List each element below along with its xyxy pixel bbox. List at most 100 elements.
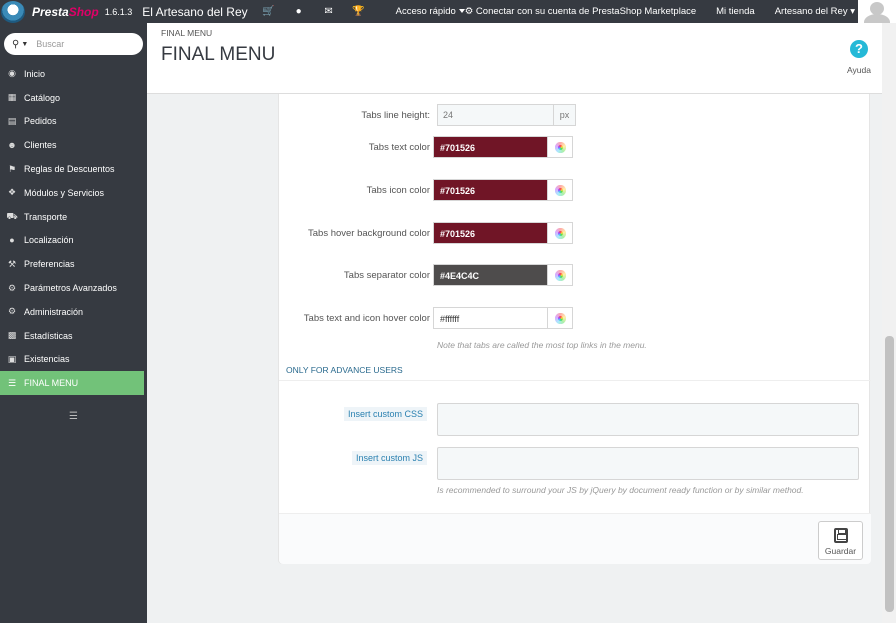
color-row: Tabs text color #701526	[279, 136, 871, 160]
color-picker-button[interactable]	[548, 307, 573, 329]
custom-css-label: Insert custom CSS	[343, 407, 427, 421]
top-header: PrestaShop 1.6.1.3 El Artesano del Rey 🛒…	[0, 0, 896, 23]
chevron-down-icon[interactable]: ▼	[21, 41, 28, 48]
sidebar-item[interactable]: ▦ Catálogo	[0, 86, 147, 110]
color-picker-group: #4E4C4C	[433, 264, 573, 286]
custom-js-textarea[interactable]	[437, 447, 859, 480]
color-picker-group: #701526	[433, 179, 573, 201]
px-unit: px	[554, 104, 576, 126]
quick-access-dropdown[interactable]: Acceso rápido	[396, 6, 465, 17]
color-wheel-icon	[554, 312, 566, 324]
help-icon: ?	[850, 40, 868, 58]
color-row: Tabs text and icon hover color #ffffff	[279, 307, 871, 331]
sidebar: ⚲ ▼ ◉ Inicio ▦ Catálogo ▤ Pedidos ☻ Clientes ⚑ Re…	[0, 23, 147, 623]
color-input[interactable]: #701526	[433, 179, 548, 201]
settings-panel: Tabs line height: px Tabs text color#701…	[278, 94, 871, 564]
color-picker-group: #701526	[433, 222, 573, 244]
sidebar-item[interactable]: ⚙ Parámetros Avanzados	[0, 276, 147, 300]
sidebar-item-label: Catálogo	[24, 92, 61, 103]
line-height-input[interactable]	[437, 104, 554, 126]
prestashop-logo[interactable]: PrestaShop 1.6.1.3	[1, 0, 133, 23]
cogs-icon: ⚙	[7, 282, 17, 293]
catalog-icon: ▦	[7, 92, 17, 103]
brand-name: PrestaShop	[32, 4, 99, 19]
sidebar-item[interactable]: ❖ Módulos y Servicios	[0, 181, 147, 205]
sidebar-item[interactable]: ◉ Inicio	[0, 62, 147, 86]
sidebar-item[interactable]: ⛟ Transporte	[0, 205, 147, 229]
color-picker-button[interactable]	[548, 179, 573, 201]
panel-footer: Guardar	[279, 513, 871, 564]
sidebar-item[interactable]: ▣ Existencias	[0, 348, 147, 372]
sidebar-item[interactable]: ☰ FINAL MENU	[0, 371, 147, 396]
trophy-icon[interactable]: 🏆	[344, 6, 374, 17]
sidebar-item-label: Parámetros Avanzados	[24, 283, 117, 294]
user-icon[interactable]: ●	[284, 6, 314, 17]
sidebar-item-label: Estadísticas	[24, 330, 73, 341]
color-input[interactable]: #701526	[433, 136, 548, 158]
color-picker-button[interactable]	[548, 222, 573, 244]
sidebar-item[interactable]: ▩ Estadísticas	[0, 324, 147, 348]
breadcrumb[interactable]: FINAL MENU	[161, 28, 212, 38]
menu-lines-icon: ☰	[7, 377, 17, 388]
color-label: Tabs hover background color	[308, 228, 430, 239]
collapse-sidebar-icon[interactable]: ☰	[69, 411, 78, 422]
color-label: Tabs separator color	[343, 270, 430, 281]
puzzle-icon: ❖	[7, 187, 17, 198]
user-name: Artesano del Rey	[774, 6, 848, 17]
advanced-section-header: ONLY FOR ADVANCE USERS	[279, 359, 871, 381]
top-right-area: ⚙ Conectar con su cuenta de PrestaShop M…	[465, 0, 896, 23]
line-height-group: px	[437, 104, 576, 126]
search-icon[interactable]: ⚲	[12, 39, 19, 50]
sidebar-item-label: Localización	[24, 235, 74, 246]
avatar[interactable]	[858, 0, 896, 23]
sidebar-item[interactable]: ⚙ Administración	[0, 300, 147, 324]
sidebar-item-label: Administración	[24, 306, 84, 317]
color-picker-button[interactable]	[548, 264, 573, 286]
page-title: FINAL MENU	[161, 44, 276, 65]
help-button[interactable]: ? Ayuda	[844, 40, 874, 75]
globe-icon: ●	[9, 235, 15, 246]
color-wheel-icon	[554, 227, 566, 239]
help-label: Ayuda	[847, 65, 871, 75]
color-picker-group: #ffffff	[433, 307, 573, 329]
color-picker-button[interactable]	[548, 136, 573, 158]
page-header: FINAL MENU FINAL MENU ? Ayuda	[147, 23, 882, 94]
sidebar-item-label: Clientes	[24, 140, 57, 151]
truck-icon: ⛟	[6, 210, 18, 221]
color-input[interactable]: #701526	[433, 222, 548, 244]
scrollbar-thumb[interactable]	[885, 336, 894, 612]
sidebar-item-label: Transporte	[24, 211, 68, 222]
sidebar-item[interactable]: ⚑ Reglas de Descuentos	[0, 157, 147, 181]
color-wheel-icon	[554, 141, 566, 153]
sidebar-item-label: Reglas de Descuentos	[24, 164, 115, 175]
bar-chart-icon: ▩	[7, 330, 17, 341]
custom-css-textarea[interactable]	[437, 403, 859, 436]
sidebar-item-label: Inicio	[24, 68, 46, 79]
search-box[interactable]: ⚲ ▼	[4, 33, 143, 55]
color-row: Tabs hover background color #701526	[279, 222, 871, 246]
color-input[interactable]: #ffffff	[433, 307, 548, 329]
search-input[interactable]	[36, 39, 127, 49]
color-input[interactable]: #4E4C4C	[433, 264, 548, 286]
color-label: Tabs icon color	[366, 185, 430, 196]
save-button[interactable]: Guardar	[818, 521, 863, 560]
sidebar-item[interactable]: ● Localización	[0, 229, 147, 253]
users-icon: ☻	[7, 140, 17, 151]
tag-icon: ⚑	[7, 163, 17, 174]
user-dropdown[interactable]: Artesano del Rey ▾	[775, 6, 855, 17]
sidebar-item[interactable]: ▤ Pedidos	[0, 110, 147, 134]
sidebar-item[interactable]: ⚒ Preferencias	[0, 252, 147, 276]
color-wheel-icon	[554, 269, 566, 281]
version-label: 1.6.1.3	[104, 6, 133, 17]
sidebar-item[interactable]: ☻ Clientes	[0, 133, 147, 157]
marketplace-link[interactable]: ⚙ Conectar con su cuenta de PrestaShop M…	[465, 6, 696, 17]
my-shop-link[interactable]: Mi tienda	[716, 6, 755, 17]
shop-name[interactable]: El Artesano del Rey	[142, 5, 247, 19]
color-row: Tabs separator color #4E4C4C	[279, 264, 871, 288]
color-wheel-icon	[554, 184, 566, 196]
sidebar-item-label: Pedidos	[24, 116, 57, 127]
marketplace-label: Conectar con su cuenta de PrestaShop Mar…	[475, 6, 697, 17]
cart-icon[interactable]: 🛒	[254, 6, 284, 17]
line-height-label: Tabs line height:	[361, 110, 430, 121]
envelope-icon[interactable]: ✉	[314, 6, 344, 17]
